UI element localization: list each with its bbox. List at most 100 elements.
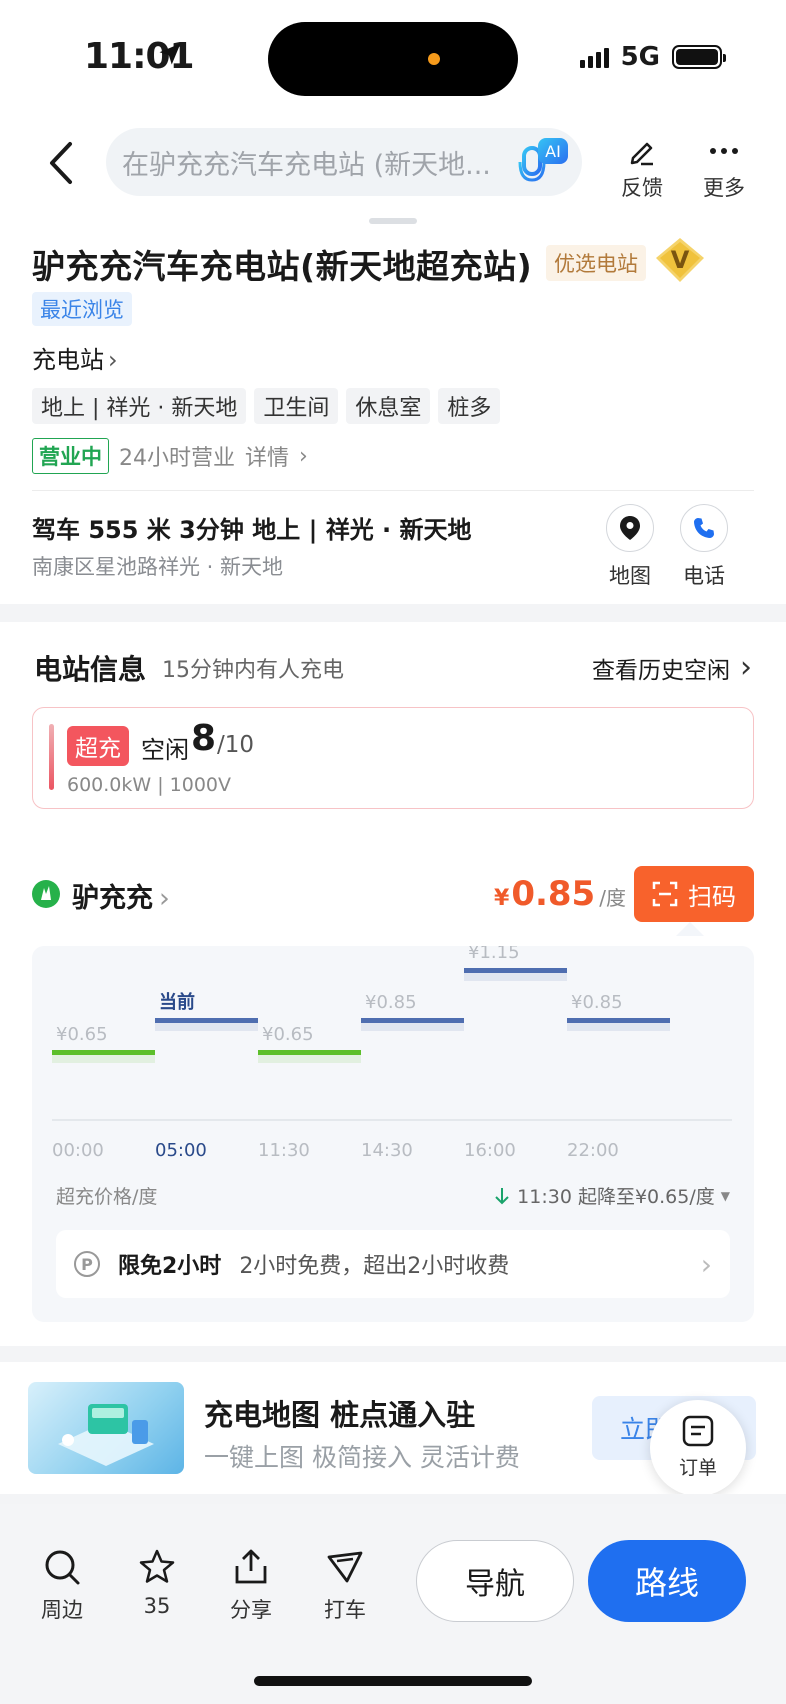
map-button[interactable]: 地图	[598, 504, 662, 590]
details-link[interactable]: 详情	[245, 440, 289, 472]
price-timeline-chart[interactable]: ¥0.65 当前 ¥0.65 ¥0.85 ¥1.15 ¥0.85 00:00 05:00 11…	[32, 946, 754, 1176]
station-title: 驴充充汽车充电站(新天地超充站)	[32, 247, 533, 286]
phone-button[interactable]: 电话	[672, 504, 736, 590]
scan-icon	[652, 881, 678, 907]
chevron-right-icon: ›	[159, 883, 170, 914]
search-icon	[45, 1550, 80, 1585]
parking-icon: P	[74, 1251, 100, 1277]
favorite-tab[interactable]: 35	[127, 1546, 187, 1618]
chevron-right-icon: ›	[108, 346, 118, 374]
chevron-right-icon: ›	[740, 650, 752, 685]
supercharge-tag: 超充	[67, 726, 129, 766]
privacy-indicator	[428, 53, 440, 65]
idle-label: 空闲	[141, 736, 189, 764]
idle-count: 8	[191, 718, 217, 759]
price-segment-label: ¥0.65	[262, 1024, 314, 1045]
price-segment-shadow	[258, 1055, 361, 1063]
feature-tags: 地上 | 祥光 · 新天地 卫生间 休息室 桩多	[32, 388, 501, 424]
current-price: ¥ 0.85 /度	[494, 874, 626, 914]
price-segment-shadow	[361, 1023, 464, 1031]
edit-icon	[630, 142, 653, 166]
time-tick-label: 00:00	[52, 1140, 104, 1161]
total-count: /10	[217, 732, 255, 758]
drive-distance: 驾车 555 米 3分钟 地上 | 祥光 · 新天地	[32, 516, 472, 544]
time-tick-label: 14:30	[361, 1140, 413, 1161]
order-button[interactable]: 订单	[650, 1400, 746, 1496]
current-label: 当前	[159, 991, 195, 1013]
vip-badge-icon: V	[656, 238, 704, 282]
promo-image[interactable]	[28, 1382, 184, 1474]
charger-spec: 600.0kW | 1000V	[67, 774, 232, 796]
divider	[32, 490, 754, 491]
section-divider	[0, 604, 786, 622]
section-subtitle: 15分钟内有人充电	[162, 658, 344, 683]
more-dots-icon	[710, 148, 738, 154]
price-segment-shadow	[464, 973, 567, 981]
price-segment	[155, 1018, 258, 1023]
feature-tag: 卫生间	[254, 388, 339, 424]
price-segment	[567, 1018, 670, 1023]
panel-pointer	[676, 922, 704, 936]
drag-handle[interactable]	[369, 218, 417, 224]
phone-icon	[694, 518, 714, 538]
arrow-down-icon	[495, 1187, 509, 1204]
svg-text:AI: AI	[545, 142, 561, 161]
price-segment-label: ¥0.85	[571, 992, 623, 1013]
location-arrow-icon	[159, 43, 181, 65]
share-tab[interactable]: 分享	[221, 1546, 281, 1624]
time-tick-label: 11:30	[258, 1140, 310, 1161]
search-input[interactable]: 在驴充充汽车充电站 (新天地...	[106, 128, 582, 196]
chevron-right-icon: ›	[700, 1247, 712, 1281]
route-button[interactable]: 路线	[588, 1540, 746, 1622]
price-drop-note[interactable]: 11:30 起降至¥0.65/度 ▼	[493, 1182, 730, 1209]
dynamic-island	[268, 22, 518, 96]
parking-title: 限免2小时	[118, 1254, 222, 1279]
promo-subtitle: 一键上图 极简接入 灵活计费	[204, 1443, 520, 1472]
section-title: 电站信息	[34, 653, 147, 686]
nearby-tab[interactable]: 周边	[32, 1546, 92, 1624]
more-button[interactable]: 更多	[688, 134, 760, 202]
parking-desc: 2小时免费，超出2小时收费	[239, 1254, 510, 1279]
status-right: 5G	[579, 42, 726, 72]
home-indicator[interactable]	[254, 1676, 532, 1686]
availability-bar	[49, 724, 54, 790]
business-hours[interactable]: 营业中 24小时营业 详情 ›	[32, 438, 308, 474]
price-segment	[52, 1050, 155, 1055]
preferred-tag: 优选电站	[546, 245, 646, 281]
price-segment	[361, 1018, 464, 1023]
feedback-button[interactable]: 反馈	[606, 134, 678, 202]
caret-down-icon: ▼	[720, 1188, 730, 1203]
feature-tag: 桩多	[438, 388, 501, 424]
price-segment-shadow	[155, 1023, 258, 1031]
history-idle-link[interactable]: 查看历史空闲 ›	[592, 650, 752, 685]
section-divider	[0, 1494, 786, 1504]
navigate-button[interactable]: 导航	[416, 1540, 574, 1622]
operator-link[interactable]: 驴充充 ›	[72, 876, 170, 915]
price-segment-label: ¥0.85	[365, 992, 417, 1013]
price-label: 超充价格/度	[56, 1186, 158, 1208]
battery-icon	[672, 45, 726, 69]
time-tick-label: 16:00	[464, 1140, 516, 1161]
ai-voice-icon[interactable]: AI	[516, 134, 572, 190]
price-segment-shadow	[567, 1023, 670, 1031]
open-status-badge: 营业中	[32, 438, 109, 474]
star-icon	[139, 1549, 175, 1583]
time-tick-label: 22:00	[567, 1140, 619, 1161]
charger-card[interactable]: 超充 空闲 8 /10 600.0kW | 1000V	[32, 707, 754, 809]
feature-tag: 地上 | 祥光 · 新天地	[32, 388, 247, 424]
parking-info[interactable]: P 限免2小时 2小时免费，超出2小时收费 ›	[56, 1230, 730, 1298]
recent-tag: 最近浏览	[32, 292, 132, 326]
order-icon	[682, 1415, 714, 1447]
taxi-tab[interactable]: 打车	[315, 1546, 375, 1624]
price-segment-label: ¥1.15	[468, 946, 520, 963]
back-icon[interactable]	[40, 138, 84, 188]
price-segment	[464, 968, 567, 973]
map-pin-icon	[620, 516, 640, 540]
scan-button[interactable]: 扫码	[634, 866, 754, 922]
chevron-right-icon: ›	[299, 443, 308, 469]
signal-icon	[579, 46, 609, 68]
share-icon	[235, 1549, 267, 1584]
category-link[interactable]: 充电站 ›	[32, 340, 118, 375]
price-segment	[258, 1050, 361, 1055]
feature-tag: 休息室	[346, 388, 431, 424]
